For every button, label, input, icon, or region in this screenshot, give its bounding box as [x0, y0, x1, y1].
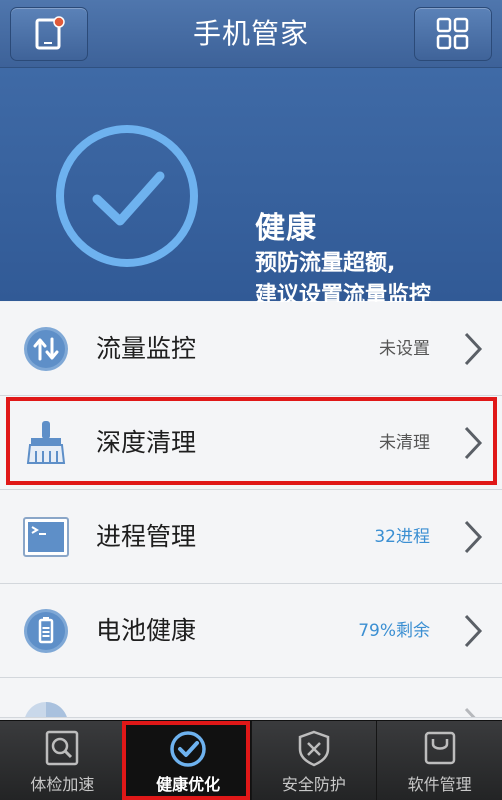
tab-software[interactable]: 软件管理: [377, 721, 502, 800]
status-title: 健康: [255, 211, 317, 246]
list-item-partial[interactable]: [0, 678, 502, 718]
list-item-process-manager[interactable]: 进程管理 32进程: [0, 490, 502, 584]
optimization-list: 流量监控 未设置 深度清理 未清理 进程管理 32进程 电池健康 79%剩余: [0, 302, 502, 718]
phone-button[interactable]: [10, 7, 88, 61]
chevron-right-icon: [464, 614, 483, 647]
status-panel: 健康 预防流量超额, 建议设置流量监控: [0, 68, 502, 308]
check-circle-icon: [170, 731, 206, 767]
shield-icon: [298, 730, 330, 767]
terminal-icon: [23, 516, 69, 557]
menu-button[interactable]: [414, 7, 492, 61]
list-item-label: 深度清理: [96, 428, 197, 457]
tab-security[interactable]: 安全防护: [252, 721, 378, 800]
tab-label: 软件管理: [407, 775, 472, 794]
bag-icon: [424, 731, 455, 765]
magnifier-icon: [46, 730, 79, 766]
list-item-deep-clean[interactable]: 深度清理 未清理: [0, 396, 502, 490]
chevron-right-icon: [464, 332, 483, 365]
list-item-value: 79%剩余: [358, 621, 430, 641]
list-item-value: 未设置: [379, 339, 430, 359]
phone-notification-icon: [35, 16, 65, 50]
list-item-label: 电池健康: [96, 616, 197, 645]
list-item-value: 未清理: [379, 433, 430, 453]
chevron-right-icon: [464, 426, 483, 459]
list-item-label: 流量监控: [96, 334, 197, 363]
tab-checkup[interactable]: 体检加速: [0, 721, 126, 800]
app-title: 手机管家: [192, 17, 309, 50]
tab-health-optimize[interactable]: 健康优化: [125, 721, 252, 800]
chevron-right-icon: [464, 707, 476, 717]
tab-label: 体检加速: [30, 775, 95, 794]
chevron-right-icon: [464, 520, 483, 553]
list-item-value: 32进程: [374, 527, 430, 547]
list-item-traffic-monitor[interactable]: 流量监控 未设置: [0, 302, 502, 396]
battery-icon: [24, 608, 68, 653]
status-description-line1: 预防流量超额,: [255, 251, 396, 276]
list-item-label: 进程管理: [96, 522, 197, 551]
tab-label: 安全防护: [281, 775, 346, 794]
brush-icon: [26, 420, 66, 464]
traffic-arrows-icon: [24, 326, 68, 371]
bottom-tab-bar: 体检加速 健康优化 安全防护 软件管理: [0, 720, 502, 800]
grid-menu-icon: [436, 17, 469, 50]
title-bar: 手机管家: [0, 0, 502, 68]
check-circle-icon: [56, 125, 198, 267]
tab-label: 健康优化: [156, 775, 221, 794]
pie-chart-icon: [25, 702, 67, 717]
list-item-battery-health[interactable]: 电池健康 79%剩余: [0, 584, 502, 678]
